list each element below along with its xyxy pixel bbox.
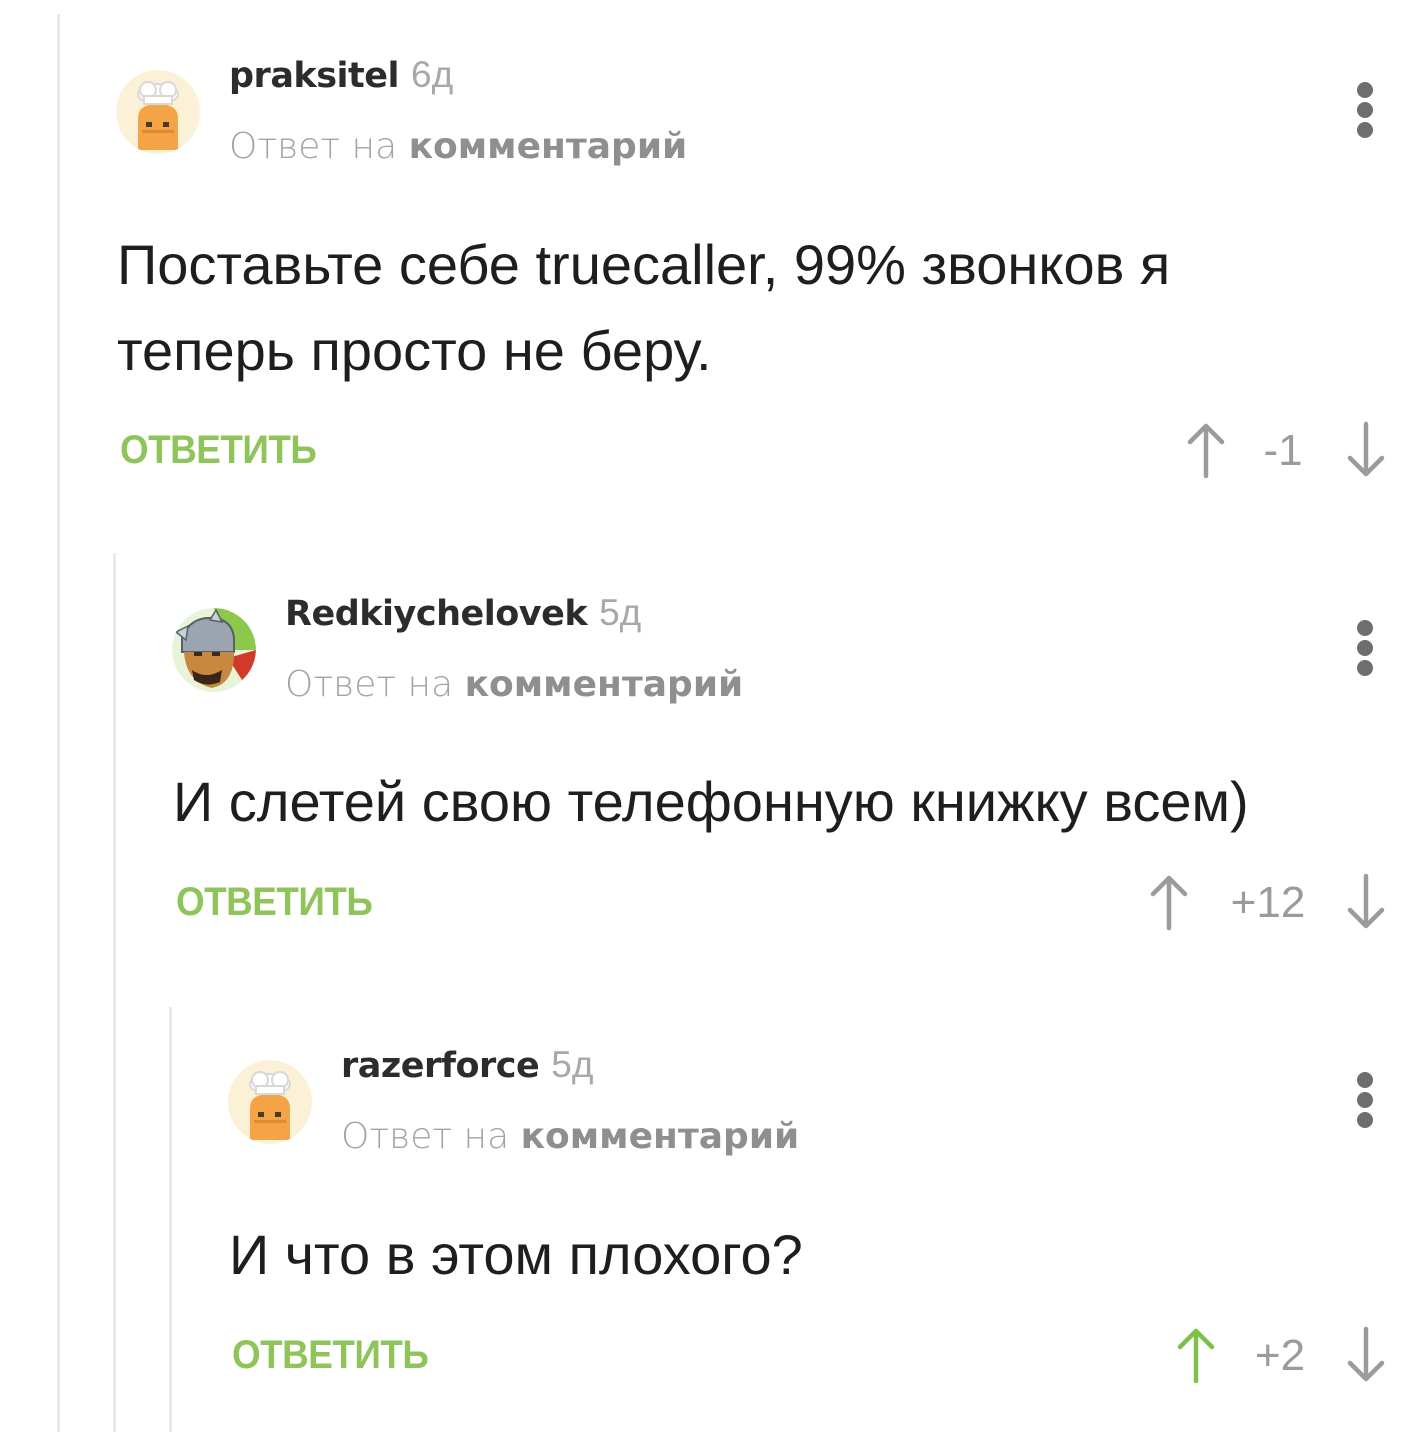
- username[interactable]: razerforce 5д: [341, 1044, 593, 1086]
- user-avatar[interactable]: [228, 1060, 312, 1144]
- comment-text-line: И что в этом плохого?: [229, 1223, 803, 1286]
- upvote-arrow-icon[interactable]: [1186, 420, 1226, 480]
- reply-button[interactable]: ОТВЕТИТЬ: [176, 880, 373, 925]
- comment-text: И что в этом плохого?: [229, 1212, 803, 1298]
- user-avatar[interactable]: [172, 608, 256, 692]
- upvote-arrow-icon[interactable]: [1149, 872, 1189, 932]
- reply-to-line: Ответ на комментарий: [341, 1116, 799, 1157]
- chef-hat-avatar-icon: [228, 1060, 312, 1144]
- reply-to-line: Ответ на комментарий: [229, 126, 687, 167]
- username-text[interactable]: praksitel: [229, 56, 400, 96]
- reply-to-prefix: Ответ на: [341, 1116, 510, 1157]
- downvote-arrow-icon[interactable]: [1346, 872, 1386, 932]
- comment-text: И слетей свою телефонную книжку всем): [173, 759, 1249, 845]
- reply-button[interactable]: ОТВЕТИТЬ: [120, 428, 317, 473]
- comment-text-line: теперь просто не беру.: [117, 319, 712, 382]
- thread-line-level-3: [169, 1007, 172, 1432]
- reply-to-prefix: Ответ на: [229, 126, 398, 167]
- comment-text-line: Поставьте себе truecaller, 99% звонков я: [117, 233, 1171, 296]
- reply-to-prefix: Ответ на: [285, 664, 454, 705]
- reply-to-link[interactable]: комментарий: [465, 664, 744, 705]
- upvote-arrow-icon[interactable]: [1176, 1325, 1216, 1385]
- comment-age: 5д: [599, 592, 642, 633]
- thread-line-level-1: [57, 14, 60, 1432]
- downvote-arrow-icon[interactable]: [1346, 420, 1386, 480]
- vote-score: +12: [1230, 878, 1306, 927]
- more-options-icon[interactable]: [1355, 82, 1375, 138]
- comment-text: Поставьте себе truecaller, 99% звонков я…: [117, 222, 1170, 394]
- warrior-helmet-avatar-icon: [172, 608, 256, 692]
- username-text[interactable]: Redkiychelovek: [285, 594, 588, 634]
- downvote-arrow-icon[interactable]: [1346, 1325, 1386, 1385]
- username-text[interactable]: razerforce: [341, 1046, 540, 1086]
- comment-age: 5д: [551, 1044, 594, 1085]
- more-options-icon[interactable]: [1355, 620, 1375, 676]
- reply-to-link[interactable]: комментарий: [521, 1116, 800, 1157]
- user-avatar[interactable]: [116, 70, 200, 154]
- username[interactable]: praksitel 6д: [229, 54, 453, 96]
- reply-to-link[interactable]: комментарий: [409, 126, 688, 167]
- thread-line-level-2: [113, 553, 116, 1432]
- reply-button[interactable]: ОТВЕТИТЬ: [232, 1333, 429, 1378]
- vote-score: +2: [1254, 1331, 1306, 1380]
- username[interactable]: Redkiychelovek 5д: [285, 592, 641, 634]
- more-options-icon[interactable]: [1355, 1072, 1375, 1128]
- chef-hat-avatar-icon: [116, 70, 200, 154]
- vote-score: -1: [1263, 426, 1303, 475]
- comment-age: 6д: [411, 54, 454, 95]
- reply-to-line: Ответ на комментарий: [285, 664, 743, 705]
- comment-text-line: И слетей свою телефонную книжку всем): [173, 770, 1249, 833]
